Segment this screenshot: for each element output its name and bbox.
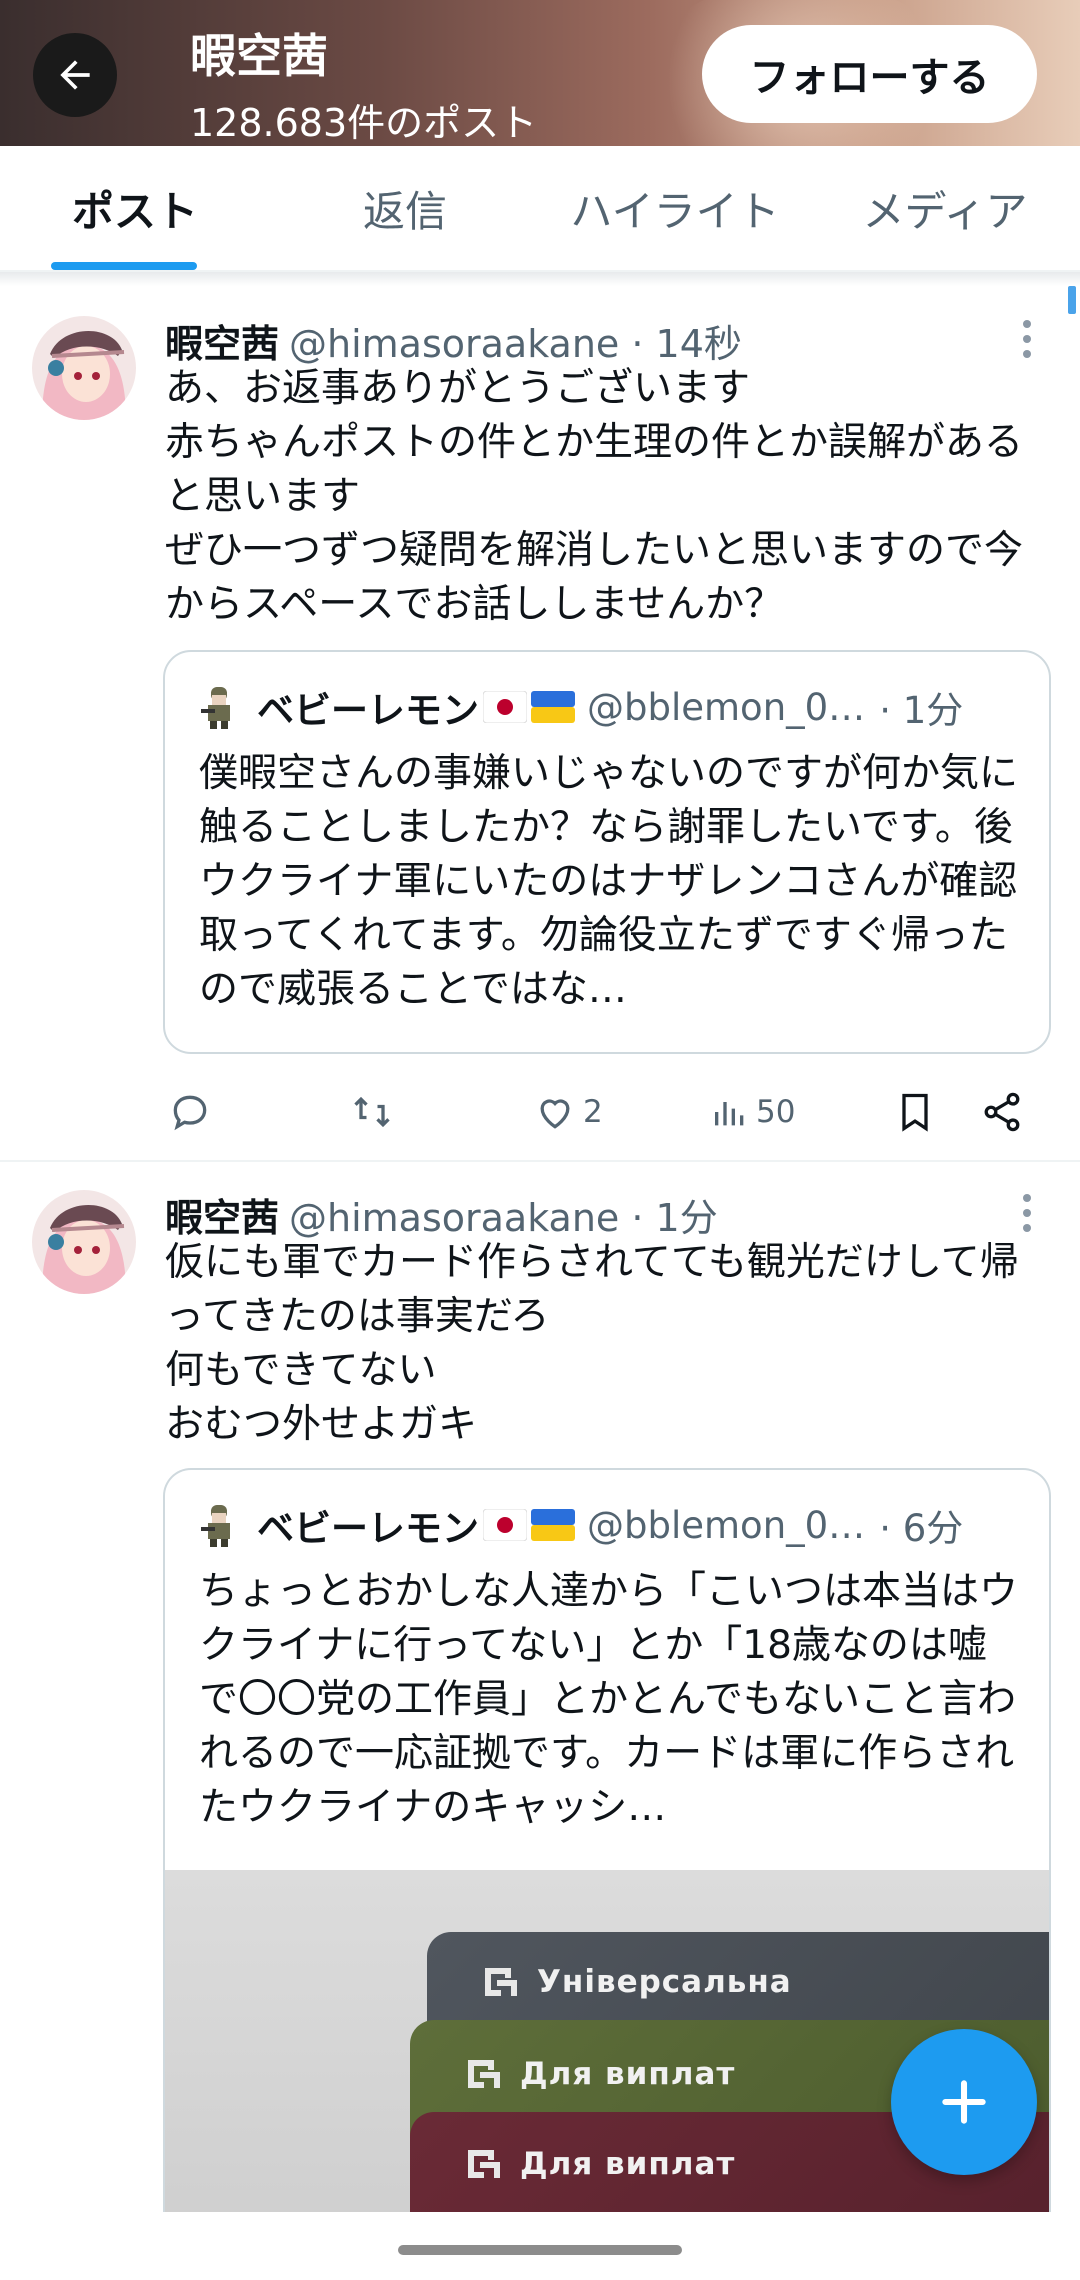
profile-tabs: ポスト 返信 ハイライト メディア bbox=[0, 146, 1080, 272]
views-button[interactable]: 50 bbox=[710, 1090, 795, 1134]
heart-icon bbox=[540, 1099, 570, 1129]
more-options-icon[interactable] bbox=[1012, 314, 1042, 364]
tabs-shadow bbox=[0, 272, 1080, 286]
bookmark-button[interactable] bbox=[893, 1090, 937, 1134]
back-button[interactable] bbox=[33, 33, 117, 117]
bank-logo-icon bbox=[468, 2060, 500, 2088]
author-handle[interactable]: @himasoraakane · 1分 bbox=[289, 1187, 718, 1242]
page-title: 暇空茜 bbox=[190, 29, 328, 83]
profile-header: 暇空茜 128.683件のポスト フォローする bbox=[0, 0, 1080, 146]
like-count: 2 bbox=[583, 1094, 603, 1130]
views-icon bbox=[715, 1102, 744, 1126]
card-label: Універсальна bbox=[481, 1964, 792, 2000]
bank-logo-icon bbox=[485, 1968, 517, 1996]
follow-button[interactable]: フォローする bbox=[702, 25, 1037, 123]
quoted-author-name: ベビーレモン bbox=[257, 1507, 479, 1550]
author-name[interactable]: 暇空茜 bbox=[165, 1187, 279, 1242]
like-button[interactable]: 2 bbox=[533, 1090, 603, 1134]
reply-button[interactable] bbox=[168, 1090, 212, 1134]
avatar[interactable] bbox=[32, 1190, 136, 1294]
quoted-post-text: 僕暇空さんの事嫌いじゃないのですが何か気に触ることしましたか？なら謝罪したいです… bbox=[199, 751, 1019, 1012]
quoted-timestamp: · 1分 bbox=[879, 689, 964, 732]
compose-button[interactable] bbox=[891, 2029, 1037, 2175]
post-divider bbox=[0, 1160, 1080, 1162]
quoted-author-handle: @bblemon_0… bbox=[587, 1503, 866, 1547]
post-header: 暇空茜 @himasoraakane · 1分 bbox=[165, 1186, 718, 1242]
post-header: 暇空茜 @himasoraakane · 14秒 bbox=[165, 312, 742, 368]
ukraine-flag-icon bbox=[531, 1509, 575, 1541]
tab-highlights[interactable]: ハイライト bbox=[540, 146, 810, 270]
post-text: あ、お返事ありがとうございます 赤ちゃんポストの件とか生理の件とか誤解があると思… bbox=[165, 366, 1024, 627]
share-button[interactable] bbox=[980, 1090, 1024, 1134]
quoted-author-handle: @bblemon_0… bbox=[587, 685, 866, 729]
more-options-icon[interactable] bbox=[1012, 1188, 1042, 1238]
gesture-nav-bar[interactable] bbox=[398, 2245, 682, 2255]
tab-replies[interactable]: 返信 bbox=[270, 146, 540, 270]
avatar[interactable] bbox=[32, 316, 136, 420]
reply-icon bbox=[173, 1095, 207, 1131]
author-handle[interactable]: @himasoraakane · 14秒 bbox=[289, 313, 742, 368]
tab-media[interactable]: メディア bbox=[810, 146, 1080, 270]
tab-posts[interactable]: ポスト bbox=[0, 146, 270, 270]
quoted-author-name: ベビーレモン bbox=[257, 689, 479, 732]
share-icon bbox=[984, 1092, 1020, 1132]
post-text: 仮にも軍でカード作らされてても観光だけして帰ってきたのは事実だろ 何もできてない… bbox=[165, 1240, 1019, 1447]
quoted-post-header: ベビーレモン @bblemon_0… · 6分 bbox=[199, 1500, 963, 1550]
quoted-post-header: ベビーレモン @bblemon_0… · 1分 bbox=[199, 682, 963, 732]
card-label: Для виплат bbox=[464, 2146, 735, 2182]
arrow-left-icon bbox=[60, 60, 90, 90]
quoted-avatar bbox=[201, 687, 230, 729]
quoted-avatar bbox=[201, 1505, 230, 1547]
ukraine-flag-icon bbox=[531, 691, 575, 723]
japan-flag-icon bbox=[483, 691, 527, 723]
quoted-timestamp: · 6分 bbox=[879, 1507, 964, 1550]
post-count: 128.683件のポスト bbox=[190, 101, 538, 145]
quoted-post[interactable]: ベビーレモン @bblemon_0… · 1分 僕暇空さんの事嫌いじゃないのです… bbox=[163, 650, 1051, 1054]
bank-logo-icon bbox=[468, 2150, 500, 2178]
repost-icon bbox=[354, 1096, 390, 1128]
active-tab-indicator bbox=[51, 262, 197, 270]
repost-button[interactable] bbox=[350, 1090, 394, 1134]
post-actions: 2 50 bbox=[0, 1080, 1080, 1140]
view-count: 50 bbox=[756, 1094, 796, 1130]
quoted-post-text: ちょっとおかしな人達から「こいつは本当はウクライナに行ってない」とか「18歳なの… bbox=[199, 1569, 1019, 1830]
plus-icon bbox=[942, 2080, 986, 2124]
quoted-post-image[interactable]: Універсальна Для виплат Для виплат bbox=[165, 1870, 1049, 2212]
japan-flag-icon bbox=[483, 1509, 527, 1541]
card-label: Для виплат bbox=[464, 2056, 735, 2092]
post[interactable]: 暇空茜 @himasoraakane · 14秒 あ、お返事ありがとうございます… bbox=[0, 300, 1080, 1160]
author-name[interactable]: 暇空茜 bbox=[165, 313, 279, 368]
bookmark-icon bbox=[902, 1093, 928, 1132]
